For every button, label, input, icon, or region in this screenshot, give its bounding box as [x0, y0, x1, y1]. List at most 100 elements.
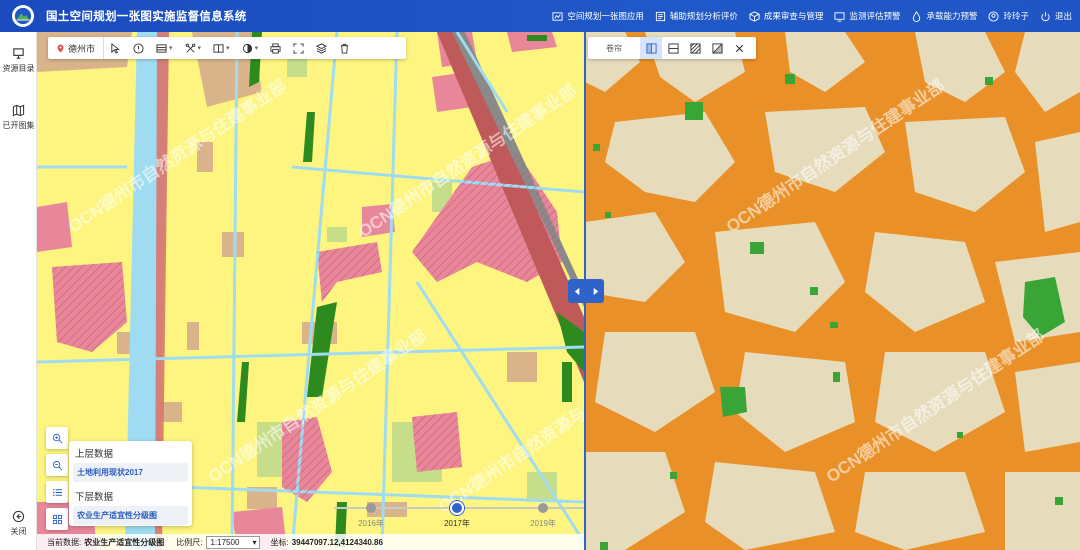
- chevron-down-icon: ▾: [197, 45, 202, 52]
- layer-compare-panel: 上层数据 土地利用现状2017 下层数据 农业生产适宜性分级图: [69, 441, 192, 526]
- map-toolbar: 德州市 ▾ ▾ ▾ ▾: [48, 37, 406, 59]
- current-data-label: 当前数据:: [47, 537, 82, 547]
- sidebar-item-open-maps[interactable]: 已开图集: [0, 104, 37, 131]
- measure-tools-icon: [185, 43, 195, 52]
- swipe-diagonal-button[interactable]: [684, 37, 706, 59]
- timeline-label: 2019年: [530, 519, 556, 528]
- swipe-opacity-icon: [711, 42, 723, 54]
- info-icon: [133, 42, 144, 54]
- zoom-in-icon: [52, 433, 62, 443]
- contrast-button[interactable]: ▾: [236, 37, 265, 59]
- lower-layer-title: 下层数据: [75, 492, 114, 503]
- current-data-value: 农业生产适宜性分级图: [84, 537, 165, 547]
- print-button[interactable]: [264, 37, 287, 59]
- status-bar: 当前数据: 农业生产适宜性分级图 比例尺: 1:17500 ▾ 坐标: 3944…: [37, 534, 584, 550]
- nav-logout[interactable]: 退出: [1040, 10, 1072, 22]
- delete-button[interactable]: [333, 37, 356, 59]
- grid-view-button[interactable]: [46, 508, 68, 530]
- split-view-icon: [213, 43, 224, 53]
- legend-list-button[interactable]: [46, 481, 68, 503]
- nav-map-app[interactable]: 空间规划一张图应用: [552, 10, 644, 22]
- stack-button[interactable]: [310, 37, 333, 59]
- lower-layer-select[interactable]: 农业生产适宜性分级图: [73, 506, 188, 525]
- swipe-diagonal-icon: [689, 42, 701, 54]
- nav-label: 成果审查与管理: [763, 11, 824, 21]
- stack-icon: [316, 42, 328, 54]
- cube-icon: [749, 10, 760, 22]
- print-icon: [270, 42, 281, 54]
- close-icon: [735, 44, 743, 52]
- year-timeline: 2016年 2017年 2019年: [334, 501, 584, 528]
- timeline-dot-2016[interactable]: [366, 503, 376, 513]
- split-view-button[interactable]: ▾: [207, 37, 236, 59]
- nav-label: 承载能力预警: [926, 11, 978, 21]
- app-logo: [12, 5, 34, 27]
- upper-layer-title: 上层数据: [75, 449, 114, 460]
- coordinate-value: 39447097.12,4124340.86: [291, 537, 383, 547]
- nav-capacity[interactable]: 承载能力预警: [911, 10, 977, 22]
- timeline-label: 2016年: [358, 519, 384, 528]
- mountain-logo-icon: [14, 7, 32, 25]
- compare-mode-label: 卷帘: [606, 43, 622, 53]
- zoom-out-button[interactable]: [46, 454, 68, 476]
- timeline-dot-2017[interactable]: [450, 501, 464, 515]
- identify-tool-button[interactable]: [127, 37, 150, 59]
- contrast-icon: [242, 43, 252, 53]
- nav-review[interactable]: 成果审查与管理: [749, 10, 824, 22]
- analysis-icon: [655, 11, 665, 21]
- sidebar-close-button[interactable]: 关闭: [0, 510, 37, 537]
- horizontal-split-button[interactable]: [662, 37, 684, 59]
- nav-analysis[interactable]: 辅助规划分析评价: [655, 10, 738, 22]
- nav-label: 退出: [1054, 11, 1072, 21]
- map-book-icon: [12, 104, 25, 117]
- chevron-down-icon: ▾: [254, 45, 259, 52]
- nav-label: 空间规划一张图应用: [567, 11, 644, 21]
- list-icon: [52, 488, 62, 496]
- grid-icon: [52, 514, 62, 524]
- compare-toolbar: 卷帘: [588, 37, 756, 59]
- fullscreen-button[interactable]: [287, 37, 310, 59]
- user-icon: [988, 10, 1000, 22]
- measure-tools-button[interactable]: ▾: [179, 37, 208, 59]
- sidebar-close-label: 关闭: [10, 527, 27, 536]
- zoom-in-button[interactable]: [46, 427, 68, 449]
- timeline-label: 2017年: [444, 519, 470, 528]
- nav-label: 监测评估预警: [849, 11, 901, 21]
- upper-layer-select[interactable]: 土地利用现状2017: [73, 463, 188, 482]
- select-tool-button[interactable]: [104, 37, 127, 59]
- nav-user[interactable]: 玲玲子: [988, 10, 1029, 22]
- chevron-down-icon: ▾: [252, 537, 257, 547]
- scale-label: 比例尺:: [176, 537, 203, 547]
- layers-list-icon: [156, 43, 167, 53]
- nav-label: 辅助规划分析评价: [669, 11, 738, 21]
- vertical-split-button[interactable]: [640, 37, 662, 59]
- map-app-icon: [552, 11, 563, 21]
- chevron-down-icon: ▾: [169, 45, 173, 52]
- delete-icon: [340, 43, 349, 54]
- nav-monitor[interactable]: 监测评估预警: [834, 10, 900, 22]
- sidebar-item-catalog[interactable]: 资源目录: [0, 47, 37, 74]
- location-pin-icon: [57, 43, 64, 53]
- close-compare-button[interactable]: [728, 37, 750, 59]
- select-pointer-icon: [111, 42, 121, 54]
- left-sidebar: 资源目录 已开图集 关闭: [0, 32, 37, 550]
- layers-list-button[interactable]: ▾: [150, 37, 179, 59]
- fullscreen-icon: [293, 42, 304, 54]
- city-selector[interactable]: 德州市: [48, 37, 105, 59]
- timeline-dot-2019[interactable]: [538, 503, 548, 513]
- scale-value: 1:17500: [210, 537, 240, 547]
- monitor-icon: [834, 11, 845, 22]
- swipe-opacity-button[interactable]: [706, 37, 728, 59]
- suitability-map[interactable]: OCN德州市自然资源与住建事业部 OCN德州市自然资源与住建事业部: [585, 32, 1080, 550]
- scale-select[interactable]: 1:17500 ▾: [206, 535, 261, 549]
- city-name: 德州市: [68, 43, 96, 54]
- nav-label: 玲玲子: [1003, 11, 1029, 21]
- arrow-left-icon: [574, 287, 579, 295]
- catalog-icon: [13, 48, 24, 59]
- top-navigation: 空间规划一张图应用 辅助规划分析评价 成果审查与管理 监测评估预警 承载能力预警…: [541, 0, 1072, 32]
- drop-icon: [913, 10, 921, 22]
- swipe-handle[interactable]: [568, 279, 604, 303]
- coordinate-label: 坐标:: [270, 537, 289, 547]
- vertical-split-icon: [645, 42, 657, 54]
- app-title: 国土空间规划一张图实施监督信息系统: [46, 11, 247, 23]
